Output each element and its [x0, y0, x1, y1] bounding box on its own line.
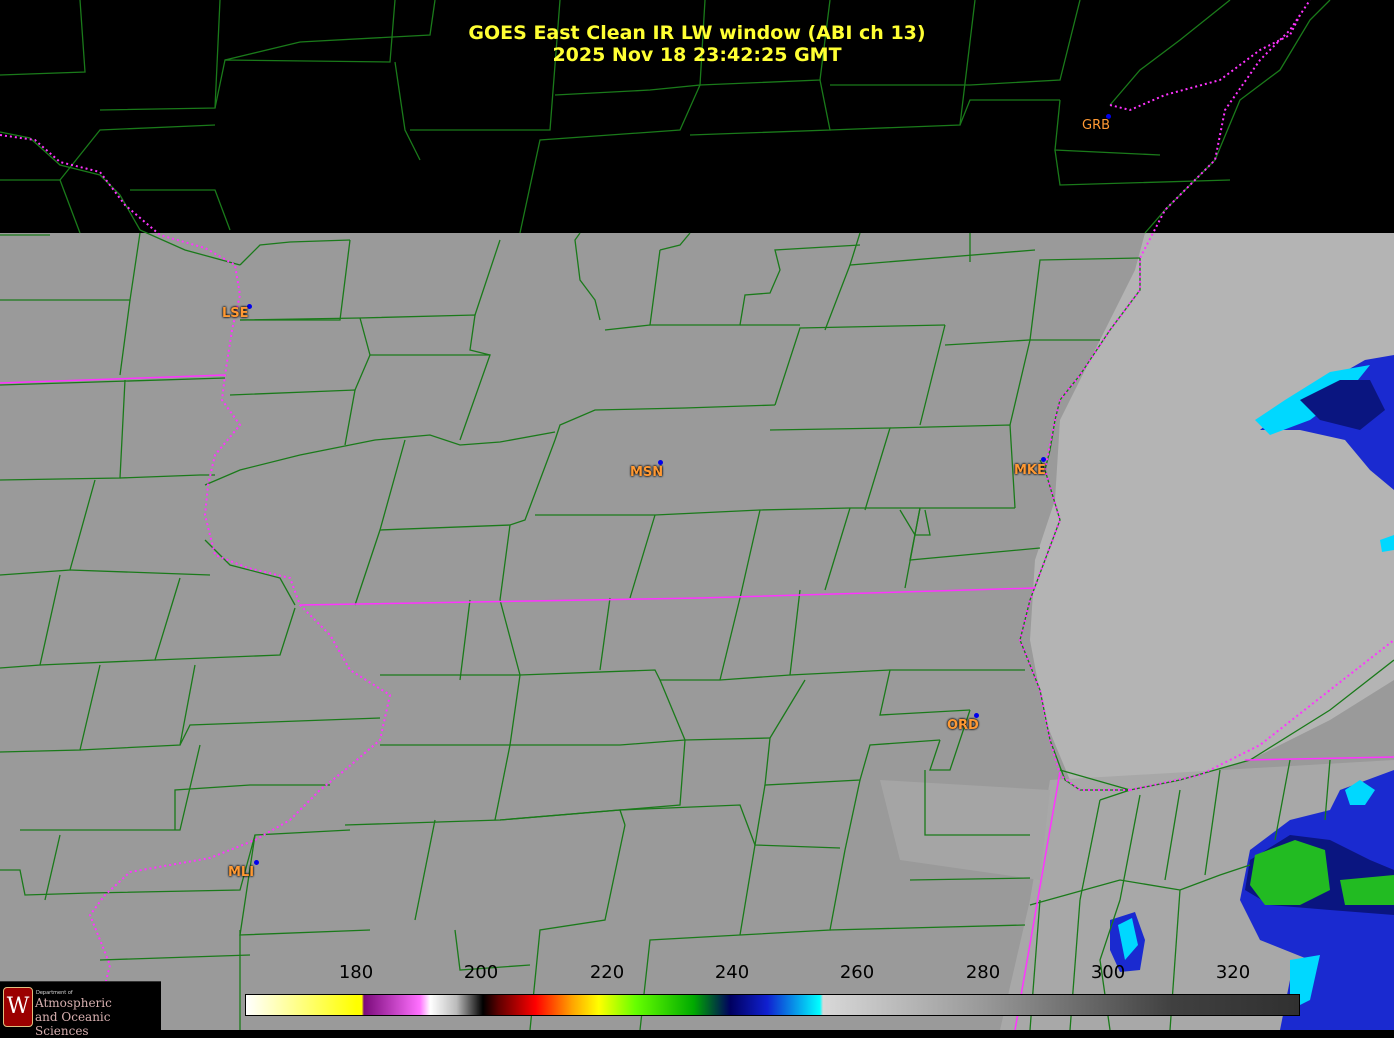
colorbar-tick: 260	[839, 962, 875, 983]
station-label-grb: GRB	[1082, 118, 1111, 133]
colorbar-tick: 220	[589, 962, 625, 983]
colorbar-tick: 280	[965, 962, 1001, 983]
aos-logo: W Department of Atmospheric and Oceanic …	[0, 981, 161, 1038]
map-timestamp: 2025 Nov 18 23:42:25 GMT	[552, 44, 842, 66]
station-label-mke: MKE	[1014, 463, 1046, 478]
map-title: GOES East Clean IR LW window (ABI ch 13)	[468, 22, 926, 44]
colorbar-tick: 320	[1215, 962, 1251, 983]
uw-seal-icon: W	[3, 987, 33, 1027]
station-label-mli: MLI	[228, 865, 255, 880]
station-label-msn: MSN	[630, 465, 664, 480]
station-label-lse: LSE	[222, 306, 249, 321]
colorbar-tick: 240	[714, 962, 750, 983]
satellite-map	[0, 0, 1394, 1030]
colorbar-tick: 180	[338, 962, 374, 983]
station-dot-mke	[1041, 457, 1046, 462]
temperature-colorbar	[245, 994, 1300, 1016]
colorbar-tick: 300	[1090, 962, 1126, 983]
logo-line2: and Oceanic Sciences	[35, 1010, 111, 1038]
colorbar-tick: 200	[463, 962, 499, 983]
logo-line1: Atmospheric	[35, 996, 112, 1010]
station-label-ord: ORD	[947, 718, 979, 733]
station-dot-mli	[254, 860, 259, 865]
